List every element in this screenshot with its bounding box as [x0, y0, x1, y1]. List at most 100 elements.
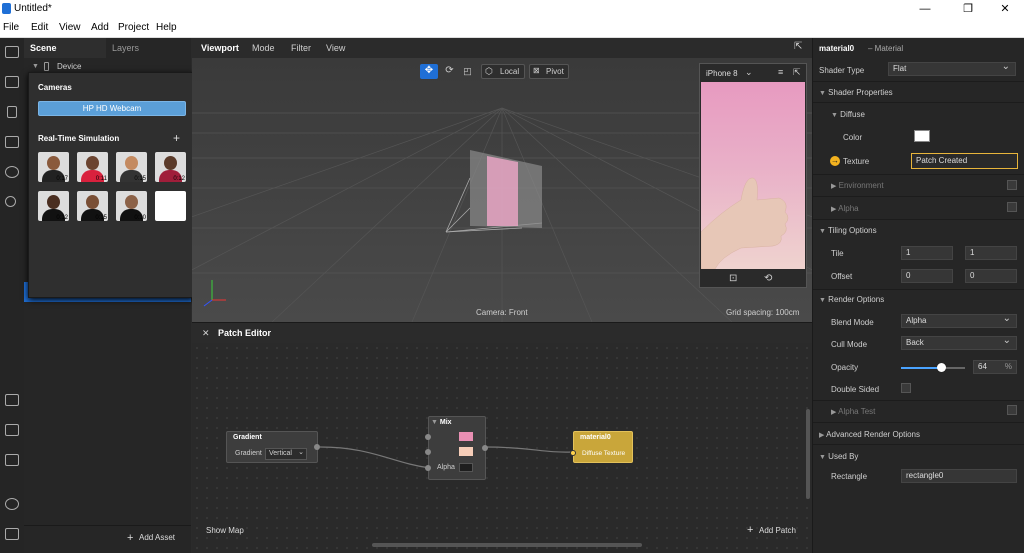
menu-project[interactable]: Project	[118, 22, 149, 33]
mix-output-port[interactable]	[482, 445, 488, 451]
material-node[interactable]: material0 Diffuse Texture	[570, 431, 633, 463]
opacity-input[interactable]: 64%	[973, 360, 1017, 374]
menu-edit[interactable]: Edit	[31, 22, 48, 33]
sim-face-6[interactable]: 0:15	[77, 191, 108, 221]
horizontal-scrollbar[interactable]	[372, 543, 642, 547]
restore-button[interactable]: ❐	[953, 1, 983, 17]
pivot-toggle[interactable]: ⊠ Pivot	[529, 64, 569, 79]
settings-icon[interactable]	[5, 498, 19, 510]
environment-checkbox[interactable]	[1007, 180, 1017, 190]
expand-icon[interactable]: ⇱	[793, 67, 801, 78]
environment-header: Environment	[838, 181, 884, 190]
sim-face-8[interactable]	[155, 191, 186, 221]
device-select[interactable]: iPhone 8	[706, 69, 738, 78]
menu-file[interactable]: File	[3, 22, 19, 33]
stop-icon[interactable]	[5, 136, 19, 148]
minimize-button[interactable]: —	[910, 1, 940, 17]
device-label[interactable]: Device	[57, 62, 81, 71]
viewport-menu-filter[interactable]: Filter	[291, 43, 311, 53]
feedback-icon[interactable]	[5, 528, 19, 540]
popout-icon[interactable]: ⇱	[794, 41, 802, 52]
add-asset-button[interactable]: Add Asset	[139, 533, 175, 542]
sim-face-1[interactable]: 0:17	[38, 152, 69, 182]
opacity-slider-thumb[interactable]	[937, 363, 946, 372]
camera-icon[interactable]	[5, 76, 19, 88]
rectangle-field[interactable]: rectangle0	[901, 469, 1017, 483]
cube-icon: ⬡	[485, 66, 493, 76]
cull-mode-select[interactable]: Back	[901, 335, 1017, 350]
tab-viewport[interactable]: Viewport	[201, 43, 239, 53]
window-title: Untitled*	[14, 3, 52, 14]
tab-layers[interactable]: Layers	[112, 38, 139, 58]
sim-face-2[interactable]: 0:11	[77, 152, 108, 182]
double-sided-label: Double Sided	[831, 385, 880, 394]
double-sided-checkbox[interactable]	[901, 383, 911, 393]
search-icon[interactable]	[5, 196, 16, 207]
sim-face-3[interactable]: 0:15	[116, 152, 147, 182]
tab-scene[interactable]: Scene	[30, 38, 57, 58]
local-toggle[interactable]: ⬡ Local	[481, 64, 525, 79]
offset-x-input[interactable]: 0	[901, 269, 953, 283]
send-icon[interactable]	[5, 424, 19, 436]
gradient-field-label: Gradient	[235, 450, 262, 457]
gradient-type-select[interactable]: Vertical ⌄	[265, 448, 307, 460]
material-input-port[interactable]	[570, 450, 576, 456]
capture-icon[interactable]: ⊡	[729, 273, 737, 284]
alpha-test-checkbox[interactable]	[1007, 405, 1017, 415]
alpha-checkbox[interactable]	[1007, 202, 1017, 212]
left-toolbar	[0, 38, 24, 553]
mix-input-1[interactable]	[425, 434, 431, 440]
add-sim-icon[interactable]: +	[173, 131, 180, 145]
color-swatch[interactable]	[914, 130, 930, 142]
viewport-menu-view[interactable]: View	[326, 43, 345, 53]
add-patch-icon[interactable]: +	[747, 524, 753, 536]
tile-x-input[interactable]: 1	[901, 246, 953, 260]
mix-input-2[interactable]	[425, 449, 431, 455]
add-patch-button[interactable]: Add Patch	[759, 526, 796, 535]
menu-help[interactable]: Help	[156, 22, 177, 33]
rotate-tool-icon[interactable]: ⟳	[442, 64, 457, 79]
menu-icon[interactable]: ≡	[778, 67, 783, 77]
layout-icon[interactable]	[5, 46, 19, 58]
vertical-scrollbar[interactable]	[806, 409, 810, 499]
mix-input-alpha[interactable]	[425, 465, 431, 471]
mix-alpha-swatch[interactable]	[459, 463, 473, 472]
sim-face-4[interactable]: 0:12	[155, 152, 186, 182]
sim-face-5[interactable]: 0:12	[38, 191, 69, 221]
import-icon[interactable]	[5, 394, 19, 406]
mix-node[interactable]: ▼ Mix Alpha	[425, 416, 488, 480]
material-port-label: Diffuse Texture	[582, 450, 626, 457]
close-button[interactable]: ✕	[990, 1, 1020, 17]
webcam-button[interactable]: HP HD Webcam	[38, 101, 186, 116]
tiling-options-header: Tiling Options	[828, 226, 877, 235]
refresh-icon[interactable]	[5, 166, 19, 178]
offset-y-input[interactable]: 0	[965, 269, 1017, 283]
mix-color-swatch-1[interactable]	[459, 432, 473, 441]
show-map-button[interactable]: Show Map	[206, 526, 244, 535]
patch-editor[interactable]: ✕ Patch Editor Gradient Gradient Vertica…	[192, 323, 812, 553]
shader-type-select[interactable]: Flat	[888, 61, 1016, 76]
menu-view[interactable]: View	[59, 22, 81, 33]
add-asset-icon[interactable]: +	[127, 532, 133, 544]
device-icon	[44, 62, 49, 71]
scale-tool-icon[interactable]: ◰	[460, 64, 475, 79]
gradient-output-port[interactable]	[314, 444, 320, 450]
mix-color-swatch-2[interactable]	[459, 447, 473, 456]
texture-field[interactable]: Patch Created	[911, 153, 1018, 169]
opacity-slider-track[interactable]	[901, 367, 965, 369]
app-icon	[2, 3, 11, 14]
rotate-device-icon[interactable]: ⟲	[764, 273, 772, 284]
expand-arrow-icon[interactable]: ▼	[32, 63, 39, 70]
texture-connected-icon[interactable]: →	[830, 156, 840, 166]
upload-icon[interactable]	[5, 454, 19, 466]
sim-title: Real-Time Simulation	[38, 134, 120, 143]
menu-add[interactable]: Add	[91, 22, 109, 33]
pause-icon[interactable]	[7, 106, 17, 118]
gradient-node[interactable]: Gradient Gradient Vertical ⌄	[226, 431, 320, 463]
tile-y-input[interactable]: 1	[965, 246, 1017, 260]
viewport-menu-mode[interactable]: Mode	[252, 43, 275, 53]
blend-mode-select[interactable]: Alpha	[901, 313, 1017, 328]
device-dropdown-icon[interactable]: ⌄	[745, 67, 753, 78]
sim-face-7[interactable]: 0:10	[116, 191, 147, 221]
move-tool-icon[interactable]: ✥	[420, 64, 438, 79]
